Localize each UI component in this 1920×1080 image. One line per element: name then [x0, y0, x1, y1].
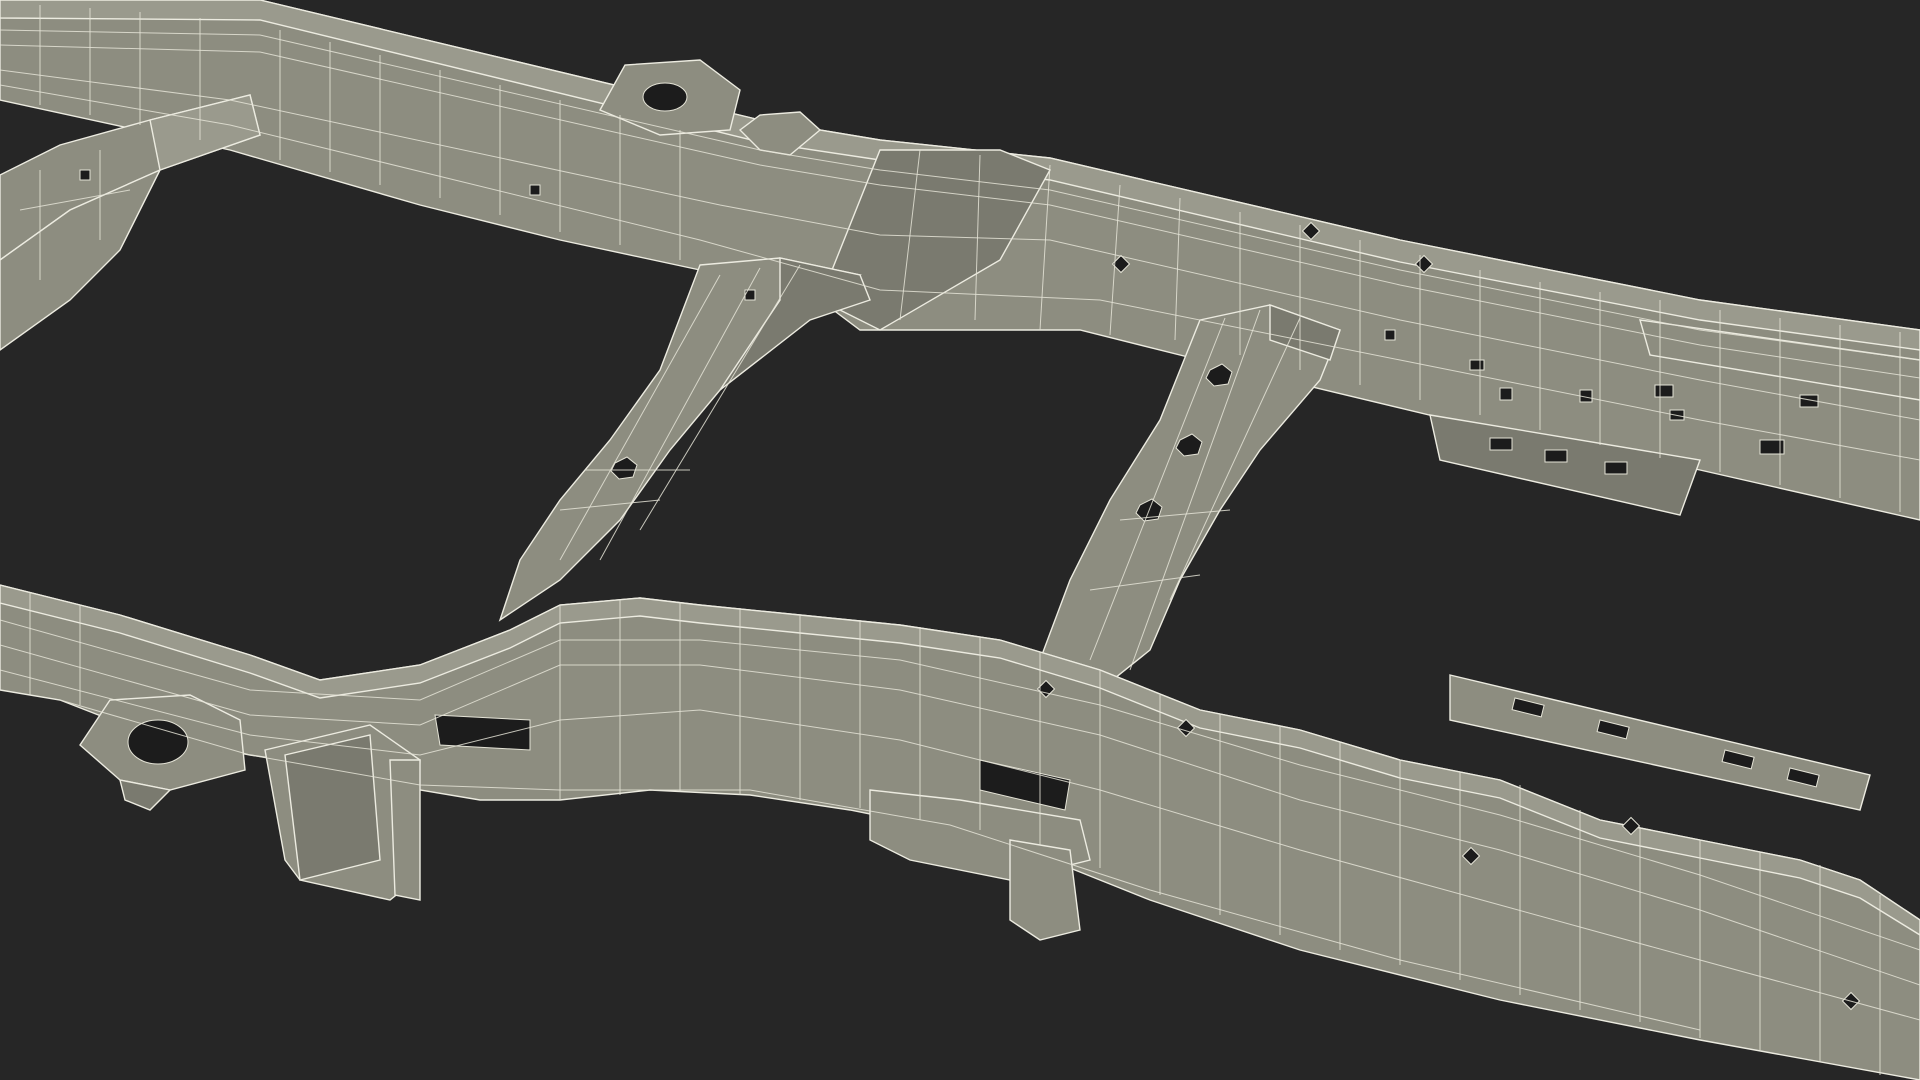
chassis-frame-model [0, 0, 1920, 1080]
render-viewport [0, 0, 1920, 1080]
channel-bracket-left [264, 724, 421, 901]
mount-hole [127, 719, 189, 765]
mount-hole [642, 82, 688, 112]
upper-side-rail [0, 0, 1920, 521]
cross-member-middle [498, 257, 871, 622]
cross-member-left [0, 94, 261, 351]
cross-member-right [1039, 304, 1341, 691]
